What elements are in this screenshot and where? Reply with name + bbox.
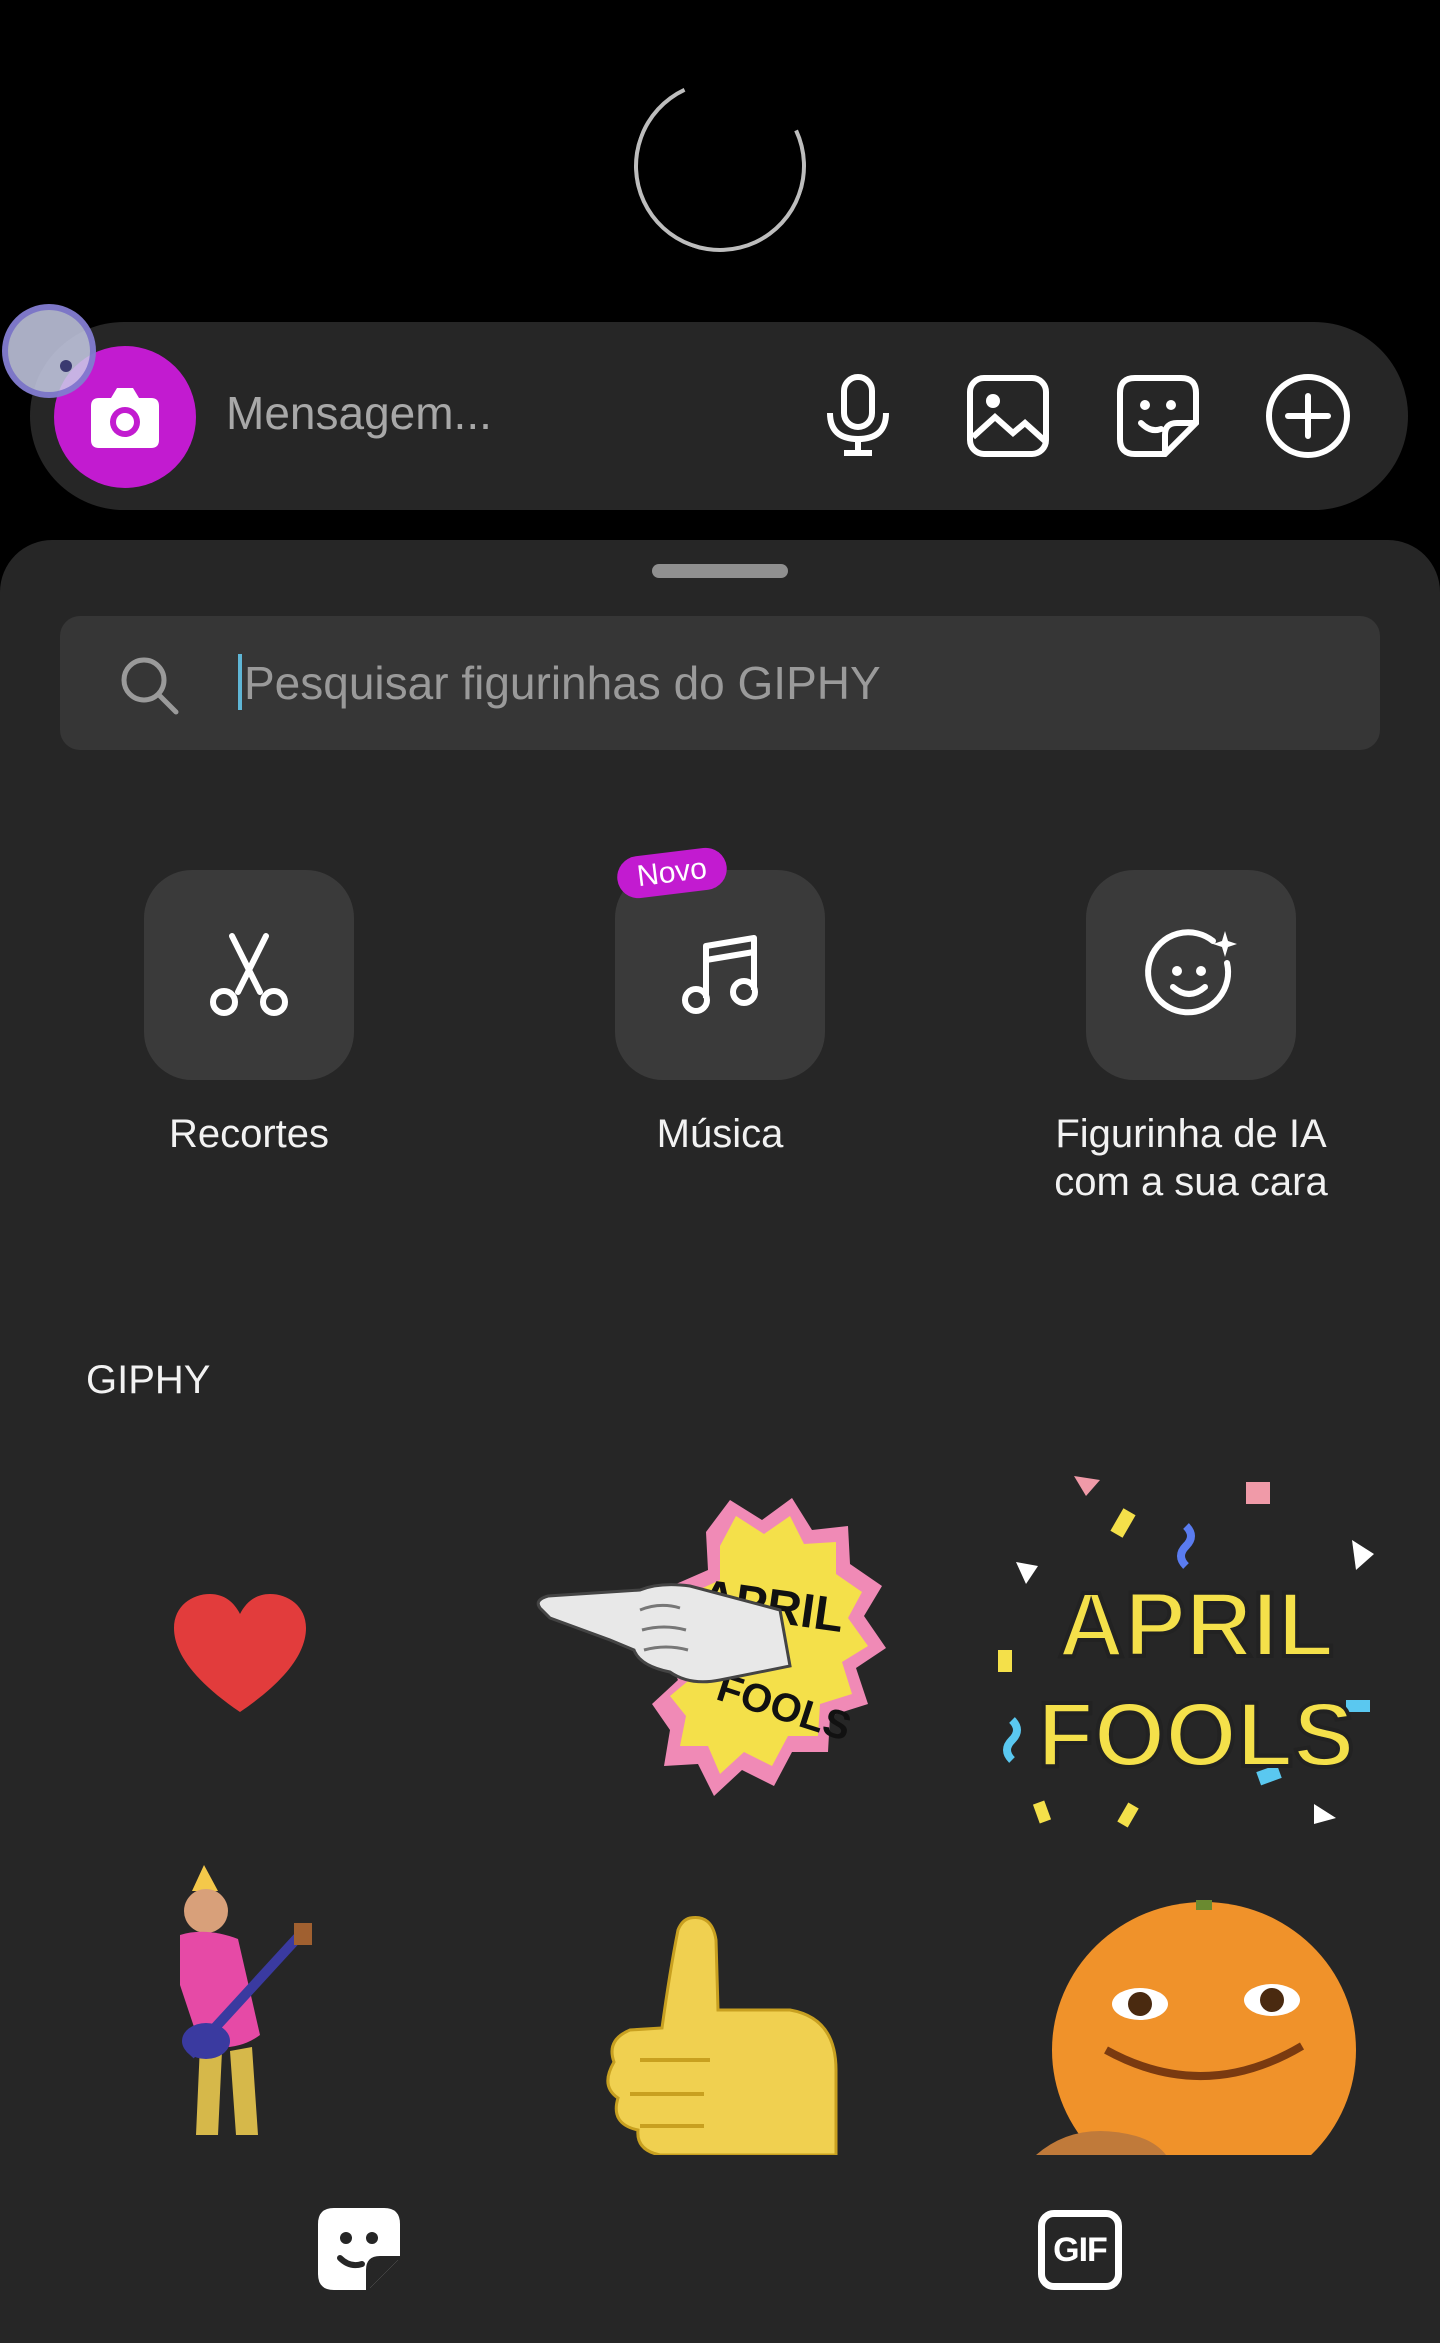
- svg-text:APRIL: APRIL: [1058, 1574, 1334, 1676]
- loading-spinner: [609, 55, 831, 277]
- tool-cutouts[interactable]: Recortes: [99, 870, 399, 1158]
- text-cursor: [238, 654, 242, 710]
- sticker-tab-icon[interactable]: [316, 2206, 402, 2292]
- search-icon: [118, 654, 180, 716]
- camera-icon: [91, 388, 159, 448]
- cutouts-tile[interactable]: [144, 870, 354, 1080]
- tool-label: Figurinha de IA com a sua cara: [1054, 1112, 1328, 1204]
- microphone-icon: [827, 374, 889, 456]
- scissors-icon: [210, 933, 288, 1016]
- drag-handle[interactable]: [652, 564, 788, 578]
- sticker-search-field[interactable]: Pesquisar figurinhas do GIPHY: [60, 616, 1380, 750]
- message-composer: Mensagem...: [30, 322, 1408, 510]
- section-title-giphy: GIPHY: [86, 1358, 211, 1402]
- sticker-icon: [1117, 375, 1199, 457]
- tool-label: Recortes: [168, 1112, 330, 1156]
- gallery-button[interactable]: [960, 368, 1056, 464]
- search-placeholder: Pesquisar figurinhas do GIPHY: [244, 657, 881, 709]
- microphone-button[interactable]: [810, 368, 906, 464]
- thumbs-up-sticker[interactable]: [600, 1910, 840, 2157]
- touch-indicator: [2, 304, 96, 398]
- guitar-party-sticker[interactable]: [160, 1865, 320, 2155]
- message-input[interactable]: Mensagem...: [226, 386, 492, 440]
- screen: Mensagem... Pesquisar figurinhas do GIPH…: [0, 0, 1440, 2343]
- music-tile[interactable]: Novo: [614, 845, 825, 1080]
- orange-face-sticker[interactable]: [1036, 1900, 1366, 2198]
- april-fools-pointing-sticker[interactable]: APRIL FOOLS: [530, 1490, 910, 1810]
- april-fools-confetti-sticker[interactable]: APRIL FOOLS: [996, 1470, 1386, 1860]
- svg-text:FOOLS: FOOLS: [1038, 1684, 1355, 1786]
- heart-sticker[interactable]: [170, 1590, 330, 1730]
- tool-label: Música: [656, 1112, 784, 1156]
- sticker-tray: Pesquisar figurinhas do GIPHY Recortes N…: [0, 540, 1440, 2343]
- music-note-icon: [682, 935, 758, 1014]
- tool-music[interactable]: Novo Música: [570, 845, 870, 1158]
- add-button[interactable]: [1260, 368, 1356, 464]
- sticker-button[interactable]: [1110, 368, 1206, 464]
- add-icon: [1266, 374, 1350, 458]
- gallery-icon: [967, 375, 1049, 457]
- new-badge: Novo: [614, 845, 730, 901]
- ai-smiley-icon: [1145, 929, 1237, 1016]
- tool-ai-sticker[interactable]: Figurinha de IA com a sua cara: [1041, 870, 1341, 1206]
- ai-sticker-tile[interactable]: [1086, 870, 1296, 1080]
- gif-tab-icon[interactable]: GIF: [1038, 2210, 1122, 2290]
